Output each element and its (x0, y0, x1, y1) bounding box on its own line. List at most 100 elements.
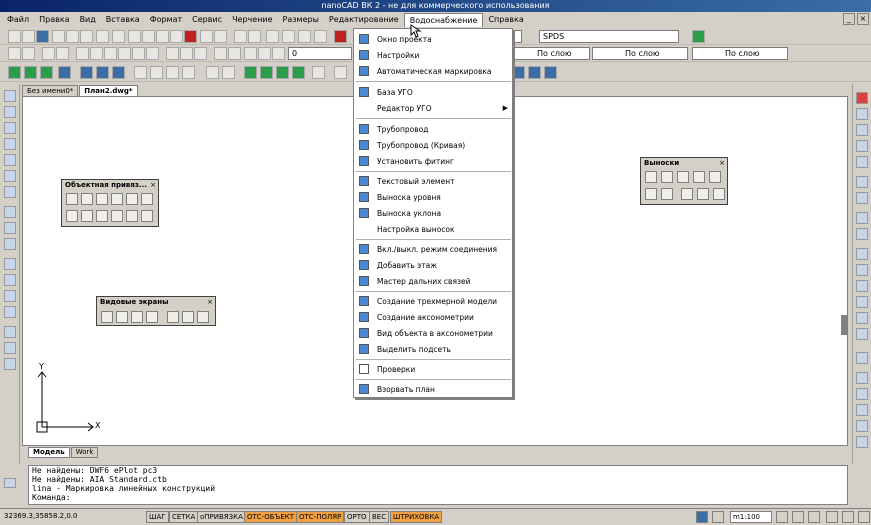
vk-explode-icon[interactable] (334, 66, 347, 79)
redo-icon[interactable] (214, 30, 227, 43)
snap-quadrant-icon[interactable] (111, 210, 123, 222)
render-icon[interactable] (856, 436, 868, 448)
workspace-icon[interactable] (826, 511, 838, 523)
delete-icon[interactable] (184, 30, 197, 43)
close-icon[interactable]: × (857, 13, 869, 25)
snap-midpoint-icon[interactable] (81, 193, 93, 205)
erase-icon[interactable] (856, 92, 868, 104)
copy-object-icon[interactable] (856, 108, 868, 120)
image-icon[interactable] (166, 47, 179, 60)
block-icon[interactable] (132, 47, 145, 60)
menu-item-ugo-editor[interactable]: Редактор УГО ▶ (354, 100, 512, 116)
vk-floor-icon[interactable] (222, 66, 235, 79)
snap-parallel-icon[interactable] (141, 210, 153, 222)
viewport-4-icon[interactable] (146, 311, 158, 323)
calculator-icon[interactable] (118, 47, 131, 60)
minimize-icon[interactable]: _ (843, 13, 855, 25)
toggle-polar[interactable]: ОТС-ПОЛЯР (296, 511, 345, 523)
menu-item-select-subnet[interactable]: Выделить подсеть (354, 341, 512, 357)
menu-format[interactable]: Формат (145, 13, 187, 27)
toggle-hatch[interactable]: ШТРИХОВКА (390, 511, 443, 523)
menu-help[interactable]: Справка (483, 13, 528, 27)
toggle-otrack[interactable]: ОТС-ОБЪЕКТ (244, 511, 298, 523)
offset-icon[interactable] (856, 140, 868, 152)
zoom-extents-icon[interactable] (298, 30, 311, 43)
vk-fitting-icon[interactable] (112, 66, 125, 79)
layer-select[interactable]: 0 (288, 47, 352, 60)
menu-dimensions[interactable]: Размеры (278, 13, 324, 27)
pan-status-icon[interactable] (808, 511, 820, 523)
mirror-icon[interactable] (856, 124, 868, 136)
menu-item-auto-marking[interactable]: Автоматическая маркировка (354, 63, 512, 79)
make-current-icon[interactable] (228, 47, 241, 60)
zoom-window-icon[interactable] (266, 30, 279, 43)
command-window[interactable]: Не найдены: DWF6 ePlot pc3 Не найдены: A… (28, 465, 848, 505)
menu-item-add-floor[interactable]: Добавить этаж (354, 257, 512, 273)
menu-item-pipeline[interactable]: Трубопровод (354, 121, 512, 137)
zoom-all-icon[interactable] (314, 30, 327, 43)
menu-item-connection-mode[interactable]: Вкл./выкл. режим соединения (354, 241, 512, 257)
menu-tools[interactable]: Сервис (187, 13, 227, 27)
spell-icon[interactable] (112, 30, 125, 43)
join-icon[interactable] (856, 296, 868, 308)
vk-axo-view-icon[interactable] (276, 66, 289, 79)
zoom-realtime-icon[interactable] (248, 30, 261, 43)
print-icon[interactable] (52, 30, 65, 43)
undo-icon[interactable] (200, 30, 213, 43)
snap-insert-icon[interactable] (66, 210, 78, 222)
chamfer-icon[interactable] (856, 312, 868, 324)
snap-tangent-icon[interactable] (96, 210, 108, 222)
circle-icon[interactable] (4, 186, 16, 198)
vk-settings-icon[interactable] (24, 66, 37, 79)
point-icon[interactable] (4, 290, 16, 302)
3d-orbit-icon[interactable] (856, 404, 868, 416)
tab-model[interactable]: Модель (28, 447, 70, 458)
measure-icon[interactable] (42, 47, 55, 60)
snap-nearest-icon[interactable] (126, 210, 138, 222)
menu-insert[interactable]: Вставка (101, 13, 145, 27)
polyline-icon[interactable] (4, 122, 16, 134)
leader-8-icon[interactable] (681, 188, 693, 200)
vk-extra-2-icon[interactable] (528, 66, 541, 79)
viewport-7-icon[interactable] (197, 311, 209, 323)
snap-endpoint-icon[interactable] (66, 193, 78, 205)
lineweight-select[interactable]: По слою (692, 47, 788, 60)
print-preview-icon[interactable] (66, 30, 79, 43)
snap-intersection-icon[interactable] (96, 193, 108, 205)
save-icon[interactable] (36, 30, 49, 43)
xref-icon[interactable] (180, 47, 193, 60)
model-space-icon[interactable] (696, 511, 708, 523)
command-prompt[interactable]: Команда: (32, 493, 847, 502)
draworder-icon[interactable] (856, 372, 868, 384)
menu-file[interactable]: Файл (2, 13, 34, 27)
menu-item-axonometry-view[interactable]: Вид объекта в аксонометрии (354, 325, 512, 341)
vk-text-icon[interactable] (134, 66, 147, 79)
leader-7-icon[interactable] (661, 188, 673, 200)
scroll-up-icon[interactable] (4, 478, 16, 488)
vk-level-icon[interactable] (150, 66, 163, 79)
publish-icon[interactable] (80, 30, 93, 43)
explode-icon[interactable] (856, 352, 868, 364)
leader-9-icon[interactable] (697, 188, 709, 200)
viewport-1-icon[interactable] (101, 311, 113, 323)
copy-icon[interactable] (142, 30, 155, 43)
rectangle-icon[interactable] (4, 154, 16, 166)
menu-item-checks[interactable]: Проверки (354, 361, 512, 377)
leader-1-icon[interactable] (645, 171, 657, 183)
stretch-icon[interactable] (856, 228, 868, 240)
menu-item-pipeline-curve[interactable]: Трубопровод (Кривая) (354, 137, 512, 153)
menu-item-leader-settings[interactable]: Настройка выносок (354, 221, 512, 237)
properties-icon[interactable] (692, 30, 705, 43)
extend-icon[interactable] (856, 264, 868, 276)
xline-icon[interactable] (4, 106, 16, 118)
mtext-icon[interactable] (4, 358, 16, 370)
break-icon[interactable] (856, 280, 868, 292)
toggle-lineweight[interactable]: ВЕС (369, 511, 390, 523)
distance-icon[interactable] (56, 47, 69, 60)
layer-manager-icon[interactable] (8, 47, 21, 60)
rotate-icon[interactable] (856, 192, 868, 204)
menu-item-settings[interactable]: Настройки (354, 47, 512, 63)
vertical-scrollbar[interactable] (841, 315, 847, 335)
leader-3-icon[interactable] (677, 171, 689, 183)
menu-edit[interactable]: Правка (34, 13, 74, 27)
